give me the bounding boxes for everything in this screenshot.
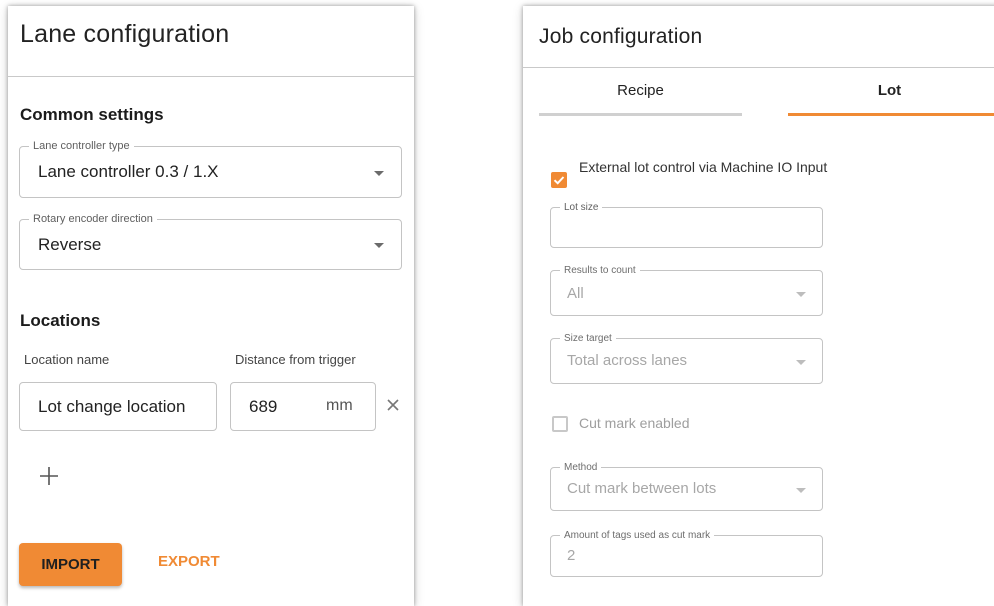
import-button[interactable]: IMPORT [19, 543, 122, 586]
dropdown-caret-icon [374, 243, 384, 248]
title-divider [8, 76, 414, 77]
results-to-count-select[interactable]: Results to count All [550, 264, 823, 316]
panel-title: Job configuration [539, 25, 703, 48]
distance-input[interactable]: 689 mm [230, 382, 376, 431]
dropdown-caret-icon [796, 488, 806, 493]
results-to-count-label: Results to count [560, 264, 640, 278]
size-target-label: Size target [560, 332, 616, 346]
location-name-header: Location name [24, 352, 110, 367]
title-divider [523, 67, 994, 68]
distance-unit: mm [326, 397, 353, 414]
cut-mark-checkbox[interactable] [552, 416, 568, 432]
export-button[interactable]: EXPORT [158, 553, 220, 570]
tags-amount-value: 2 [567, 547, 576, 564]
lane-controller-type-value: Lane controller 0.3 / 1.X [38, 162, 219, 181]
results-to-count-value: All [567, 285, 584, 302]
tags-amount-input[interactable]: Amount of tags used as cut mark 2 [550, 529, 823, 577]
size-target-value: Total across lanes [567, 352, 688, 369]
method-select[interactable]: Method Cut mark between lots [550, 461, 823, 511]
add-plus-icon[interactable] [38, 465, 60, 487]
checkmark-icon [553, 176, 565, 185]
job-configuration-panel: Job configuration Recipe Lot External lo… [523, 6, 994, 606]
dropdown-caret-icon [796, 360, 806, 365]
tab-recipe[interactable]: Recipe [539, 82, 742, 99]
locations-heading: Locations [20, 311, 101, 330]
distance-value: 689 [249, 397, 278, 416]
tab-lot[interactable]: Lot [788, 82, 991, 99]
method-value: Cut mark between lots [567, 480, 717, 497]
remove-x-icon[interactable] [384, 396, 402, 414]
common-settings-heading: Common settings [20, 105, 164, 124]
cut-mark-label: Cut mark enabled [579, 415, 690, 431]
lot-size-input[interactable]: Lot size [550, 201, 823, 248]
panel-title: Lane configuration [20, 20, 230, 48]
dropdown-caret-icon [796, 292, 806, 297]
location-name-input[interactable]: Lot change location [19, 382, 217, 431]
rotary-encoder-direction-value: Reverse [38, 235, 102, 254]
size-target-select[interactable]: Size target Total across lanes [550, 332, 823, 384]
lot-size-label: Lot size [560, 201, 603, 215]
tab-lot-underline [788, 113, 994, 116]
tags-amount-label: Amount of tags used as cut mark [560, 529, 715, 543]
rotary-encoder-direction-label: Rotary encoder direction [29, 212, 157, 226]
method-label: Method [560, 461, 602, 475]
dropdown-caret-icon [374, 171, 384, 176]
rotary-encoder-direction-select[interactable]: Rotary encoder direction Reverse [19, 212, 402, 270]
lane-controller-type-label: Lane controller type [29, 139, 134, 153]
external-lot-label: External lot control via Machine IO Inpu… [579, 159, 828, 175]
lane-configuration-panel: Lane configuration Common settings Lane … [8, 6, 414, 606]
tab-recipe-underline [539, 113, 742, 116]
external-lot-checkbox[interactable] [551, 172, 567, 188]
distance-from-trigger-header: Distance from trigger [235, 352, 356, 367]
location-name-value: Lot change location [38, 397, 186, 416]
lane-controller-type-select[interactable]: Lane controller type Lane controller 0.3… [19, 139, 402, 198]
